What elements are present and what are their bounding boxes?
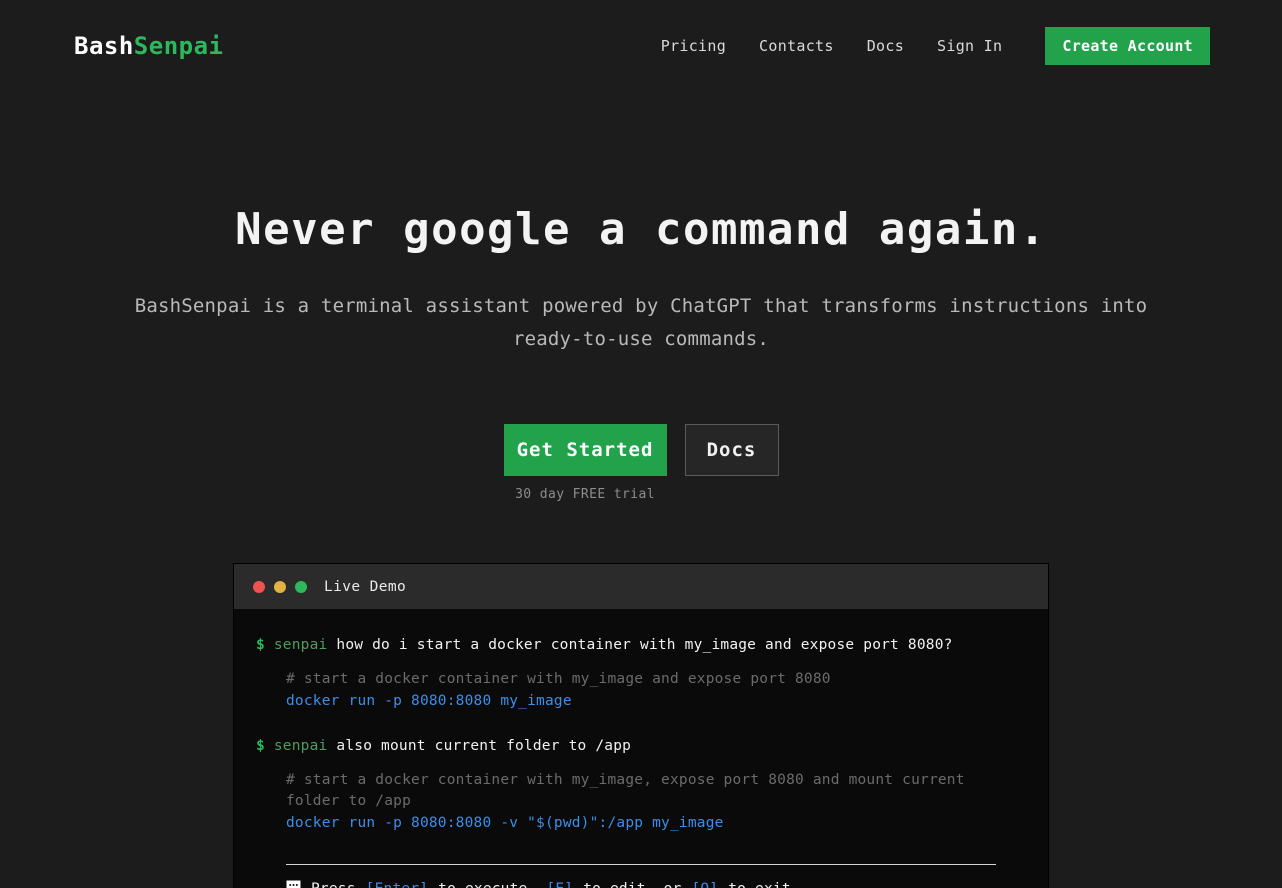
prompt-request: how do i start a docker container with m… [336,637,953,654]
hint-press-label: Press [311,879,356,888]
terminal-prompt-line: $ senpai how do i start a docker contain… [256,635,1026,656]
hero-section: Never google a command again. BashSenpai… [0,92,1282,502]
logo[interactable]: BashSenpai [74,32,224,60]
terminal-hint-bar: Press [Enter] to execute, [E] to edit, o… [256,864,1026,888]
cta-button-row: Get Started 30 day FREE trial Docs [0,424,1282,502]
primary-cta-group: Get Started 30 day FREE trial [503,424,667,503]
site-header: BashSenpai Pricing Contacts Docs Sign In… [0,0,1282,92]
answer-code: docker run -p 8080:8080 my_image [286,693,572,710]
hint-execute-label: to execute, [438,879,536,888]
nav-link-docs[interactable]: Docs [867,37,904,55]
terminal-title: Live Demo [324,578,407,595]
divider [286,864,996,866]
hint-exit-label: to exit. [728,879,799,888]
terminal-title-bar: Live Demo [234,564,1048,610]
nav-link-contacts[interactable]: Contacts [759,37,834,55]
terminal-answer: # start a docker container with my_image… [286,669,1026,712]
terminal-output: $ senpai how do i start a docker contain… [234,609,1048,888]
hint-key-quit[interactable]: [Q] [691,879,718,888]
live-demo-terminal: Live Demo $ senpai how do i start a dock… [234,564,1048,888]
window-maximize-dot-icon[interactable] [295,580,307,593]
chat-bubble-icon [286,879,301,888]
prompt-symbol: $ [256,637,265,654]
prompt-request: also mount current folder to /app [336,737,632,754]
create-account-button[interactable]: Create Account [1045,27,1210,65]
terminal-hint-text: Press [Enter] to execute, [E] to edit, o… [286,879,996,888]
answer-comment: # start a docker container with my_image… [286,771,965,809]
main-navigation: Pricing Contacts Docs Sign In Create Acc… [661,27,1210,65]
window-close-dot-icon[interactable] [253,580,265,593]
answer-comment: # start a docker container with my_image… [286,671,831,688]
docs-button[interactable]: Docs [684,424,779,477]
terminal-spacer [256,713,1026,736]
answer-code: docker run -p 8080:8080 -v "$(pwd)":/app… [286,815,724,832]
terminal-answer: # start a docker container with my_image… [286,770,1026,834]
trial-note: 30 day FREE trial [515,487,655,503]
logo-text-primary: Bash [74,32,134,60]
window-minimize-dot-icon[interactable] [274,580,286,593]
hint-edit-label: to edit, or [583,879,681,888]
prompt-command: senpai [273,737,328,754]
nav-link-sign-in[interactable]: Sign In [937,37,1002,55]
logo-text-accent: Senpai [133,32,224,60]
hint-key-enter[interactable]: [Enter] [366,879,429,888]
nav-link-pricing[interactable]: Pricing [661,37,726,55]
terminal-prompt-line: $ senpai also mount current folder to /a… [256,736,1026,757]
page-title: Never google a command again. [235,204,1047,255]
hero-subtitle: BashSenpai is a terminal assistant power… [134,294,1148,350]
get-started-button[interactable]: Get Started [503,424,667,477]
prompt-command: senpai [273,637,328,654]
prompt-symbol: $ [256,737,265,754]
hint-key-edit[interactable]: [E] [546,879,573,888]
